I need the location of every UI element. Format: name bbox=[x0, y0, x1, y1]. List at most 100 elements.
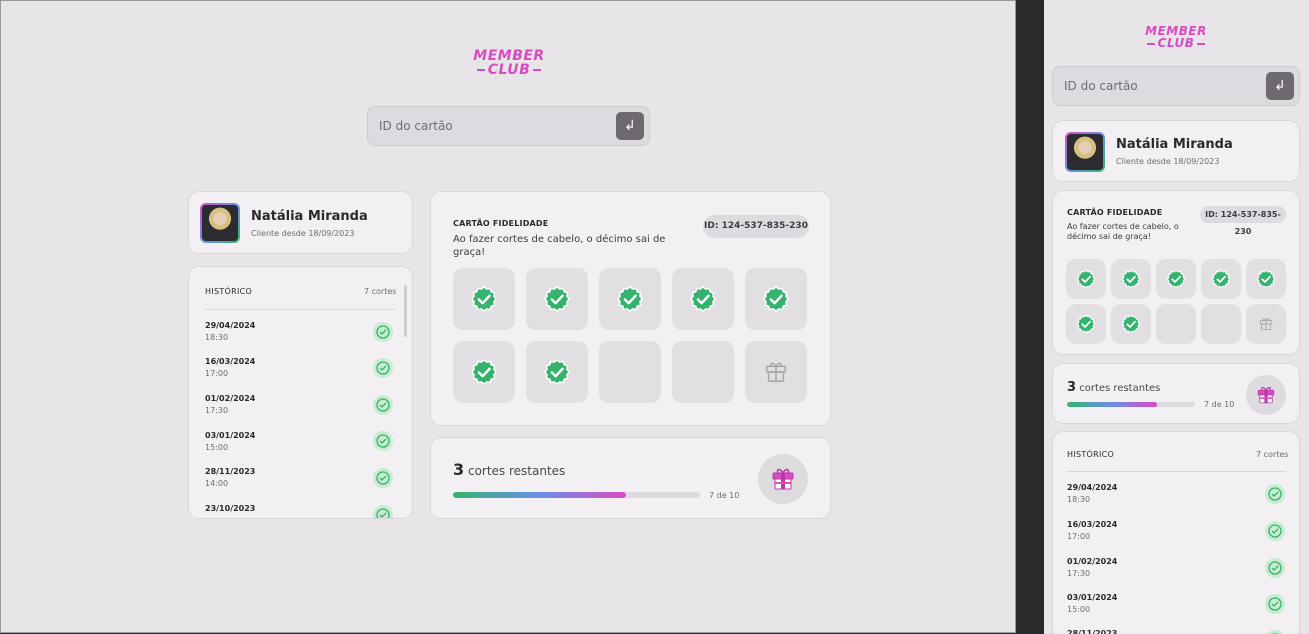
enter-button[interactable]: ↲ bbox=[1266, 72, 1294, 100]
history-item: 28/11/202314:00 bbox=[1067, 629, 1118, 634]
remaining-text: 3 cortes restantes bbox=[453, 460, 566, 479]
verified-check-icon bbox=[543, 285, 571, 313]
stamp-slot bbox=[1111, 304, 1151, 344]
stamp-slot bbox=[599, 341, 661, 403]
check-icon bbox=[373, 395, 393, 415]
progress-count: 7 de 10 bbox=[1204, 400, 1235, 409]
gift-icon bbox=[1257, 387, 1275, 404]
stamp-slot bbox=[1156, 304, 1196, 344]
progress-bar bbox=[453, 492, 700, 498]
verified-check-icon bbox=[616, 285, 644, 313]
verified-check-icon bbox=[1121, 269, 1141, 289]
check-icon bbox=[1265, 630, 1285, 634]
card-id-search[interactable]: ID do cartão ↲ bbox=[1052, 66, 1300, 106]
stamp-slot bbox=[526, 341, 588, 403]
history-item: 29/04/2024 18:30 bbox=[205, 321, 256, 342]
verified-check-icon bbox=[1076, 269, 1096, 289]
history-title: HISTÓRICO bbox=[1067, 450, 1115, 459]
verified-check-icon bbox=[1211, 269, 1231, 289]
history-count: 7 cortes bbox=[364, 287, 397, 296]
gift-button[interactable] bbox=[1246, 375, 1286, 415]
check-icon bbox=[1265, 484, 1285, 504]
card-id-badge: ID: 124-537-835-230 bbox=[1200, 206, 1286, 236]
avatar bbox=[200, 203, 240, 243]
user-name: Natália Miranda bbox=[1116, 137, 1233, 152]
enter-icon: ↲ bbox=[624, 118, 636, 134]
history-item: 23/10/2023 bbox=[205, 504, 256, 513]
gift-icon bbox=[1259, 318, 1273, 331]
check-icon bbox=[373, 468, 393, 488]
history-item: 16/03/2024 17:00 bbox=[205, 357, 256, 378]
loyalty-description: Ao fazer cortes de cabelo, o décimo sai … bbox=[453, 234, 666, 258]
history-item: 01/02/2024 17:30 bbox=[205, 394, 256, 415]
enter-button[interactable]: ↲ bbox=[616, 112, 644, 140]
history-card: HISTÓRICO 7 cortes 29/04/2024 18:30 16/03… bbox=[188, 266, 413, 519]
gift-button[interactable] bbox=[758, 454, 808, 504]
loyalty-description: Ao fazer cortes de cabelo, o décimo sai … bbox=[1067, 222, 1179, 241]
customer-since: Cliente desde 18/09/2023 bbox=[251, 229, 355, 238]
stamp-slot bbox=[1066, 304, 1106, 344]
profile-card: Natália Miranda Cliente desde 18/09/2023 bbox=[1052, 120, 1300, 182]
stamp-slot bbox=[599, 268, 661, 330]
enter-icon: ↲ bbox=[1274, 78, 1286, 94]
progress-card: 3 cortes restantes 7 de 10 bbox=[1052, 363, 1300, 424]
progress-bar bbox=[1067, 402, 1195, 407]
check-icon bbox=[373, 505, 393, 518]
divider bbox=[205, 309, 395, 310]
member-club-logo: MEMBER CLUB bbox=[1145, 24, 1207, 50]
search-input[interactable]: ID do cartão bbox=[1064, 79, 1138, 93]
check-icon bbox=[1265, 594, 1285, 614]
stamp-slot bbox=[1156, 259, 1196, 299]
verified-check-icon bbox=[543, 358, 571, 386]
check-icon bbox=[373, 322, 393, 342]
stamp-slot bbox=[453, 268, 515, 330]
verified-check-icon bbox=[762, 285, 790, 313]
progress-card: 3 cortes restantes 7 de 10 bbox=[430, 437, 831, 519]
history-item: 16/03/2024 17:00 bbox=[1067, 520, 1118, 541]
stamp-slot bbox=[745, 341, 807, 403]
stamp-slot bbox=[672, 268, 734, 330]
member-club-logo: MEMBER CLUB bbox=[473, 48, 545, 78]
user-name: Natália Miranda bbox=[251, 209, 368, 224]
mobile-view: MEMBER CLUB ID do cartão ↲ Natália Miran… bbox=[1044, 0, 1309, 634]
divider bbox=[1067, 471, 1286, 472]
search-input[interactable]: ID do cartão bbox=[379, 119, 453, 133]
stamp-slot bbox=[1201, 304, 1241, 344]
history-item: 03/01/2024 15:00 bbox=[1067, 593, 1118, 614]
profile-card: Natália Miranda Cliente desde 18/09/2023 bbox=[188, 191, 413, 254]
stamp-slot bbox=[453, 341, 515, 403]
stamp-slot bbox=[672, 341, 734, 403]
loyalty-title: CARTÃO FIDELIDADE bbox=[453, 219, 549, 228]
history-item: 01/02/2024 17:30 bbox=[1067, 557, 1118, 578]
gift-icon bbox=[772, 468, 794, 490]
history-item: 28/11/202314:00 bbox=[205, 467, 256, 488]
progress-fill bbox=[453, 492, 626, 498]
avatar bbox=[1065, 132, 1105, 172]
history-card: HISTÓRICO 7 cortes 29/04/2024 18:30 16/03… bbox=[1052, 431, 1300, 634]
loyalty-card: CARTÃO FIDELIDADE Ao fazer cortes de cab… bbox=[430, 191, 831, 426]
stamp-slot bbox=[1066, 259, 1106, 299]
history-count: 7 cortes bbox=[1256, 450, 1289, 459]
verified-check-icon bbox=[470, 358, 498, 386]
stamp-slot bbox=[526, 268, 588, 330]
check-icon bbox=[1265, 558, 1285, 578]
stamp-slot bbox=[1246, 304, 1286, 344]
verified-check-icon bbox=[1166, 269, 1186, 289]
progress-fill bbox=[1067, 402, 1157, 407]
loyalty-title: CARTÃO FIDELIDADE bbox=[1067, 208, 1163, 217]
check-icon bbox=[373, 431, 393, 451]
desktop-view: MEMBER CLUB ID do cartão ↲ Natália Miran… bbox=[0, 0, 1016, 633]
stamp-slot bbox=[745, 268, 807, 330]
verified-check-icon bbox=[1121, 314, 1141, 334]
card-id-badge: ID: 124-537-835-230 bbox=[703, 215, 809, 238]
check-icon bbox=[373, 358, 393, 378]
card-id-search[interactable]: ID do cartão ↲ bbox=[367, 106, 650, 146]
history-scrollbar[interactable] bbox=[404, 285, 407, 337]
stamp-slot bbox=[1201, 259, 1241, 299]
verified-check-icon bbox=[1256, 269, 1276, 289]
loyalty-card: CARTÃO FIDELIDADE Ao fazer cortes de cab… bbox=[1052, 190, 1300, 355]
remaining-text: 3 cortes restantes bbox=[1067, 380, 1161, 395]
stamp-slot bbox=[1111, 259, 1151, 299]
history-title: HISTÓRICO bbox=[205, 287, 253, 296]
progress-count: 7 de 10 bbox=[709, 491, 740, 500]
